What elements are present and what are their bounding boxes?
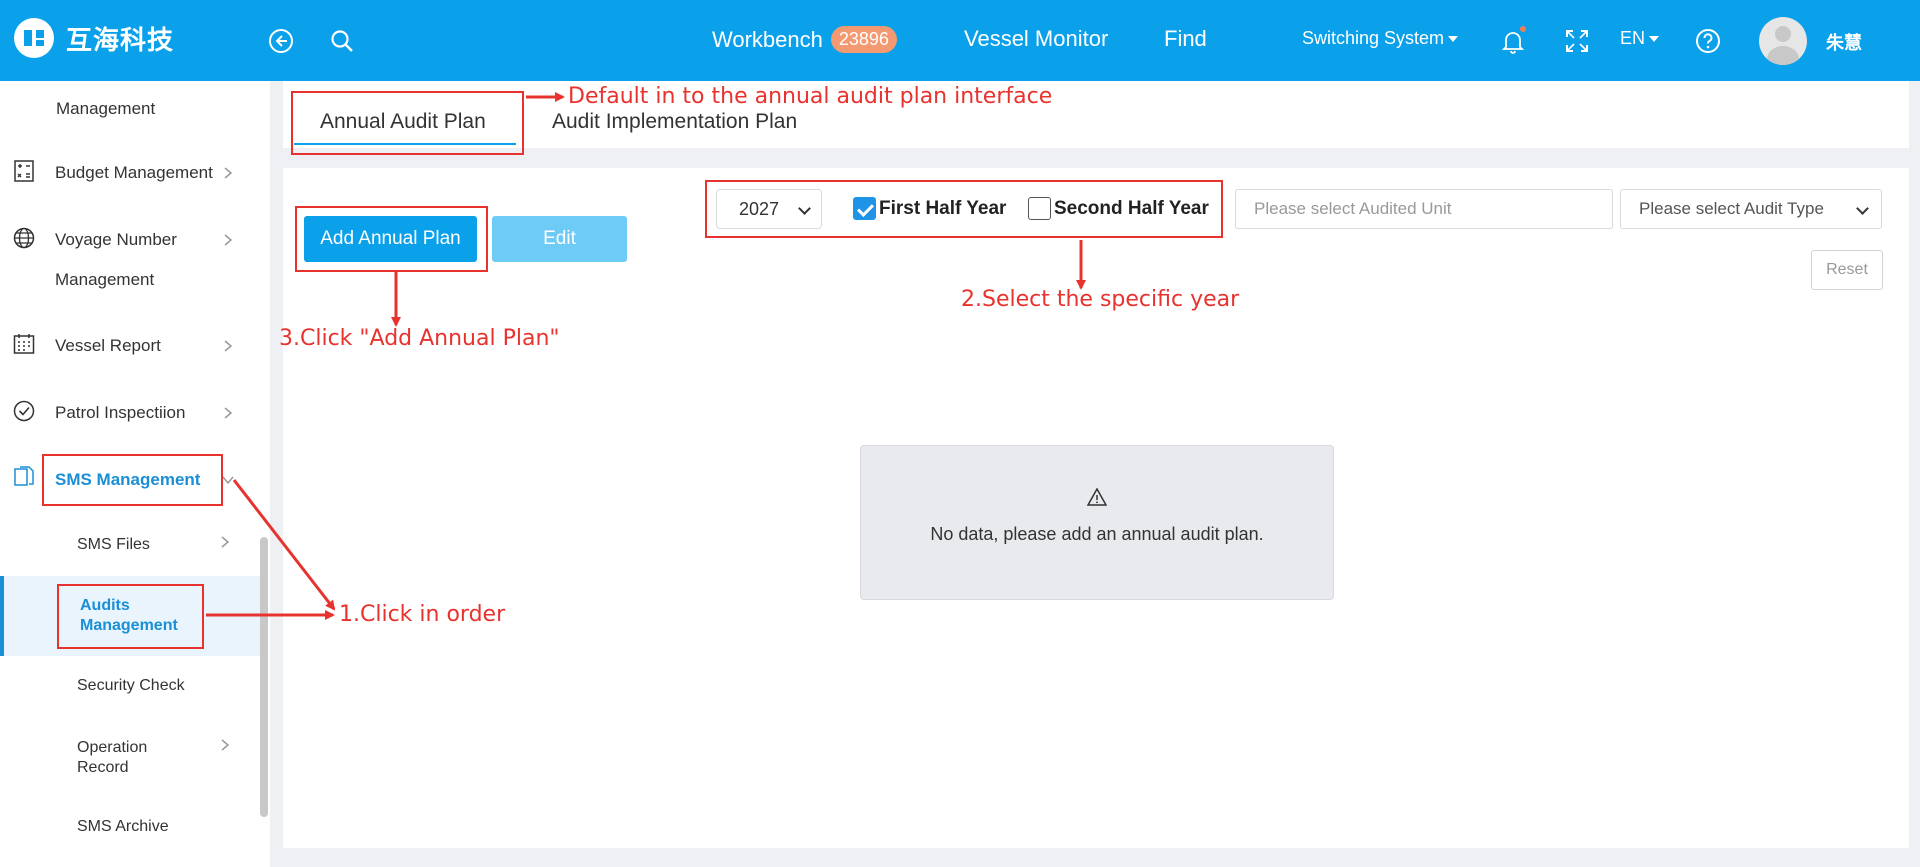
- sidebar-scrollbar[interactable]: [260, 537, 268, 817]
- empty-state: No data, please add an annual audit plan…: [860, 445, 1334, 600]
- sidebar-subitem-label-line2: Management: [80, 617, 178, 634]
- caret-down-icon: [1649, 35, 1660, 42]
- search-icon[interactable]: [327, 26, 357, 56]
- calendar-icon: [13, 334, 35, 354]
- tabs-bar: [283, 81, 1909, 148]
- logo-icon: [14, 18, 54, 58]
- sidebar-subitem-label: Audits: [80, 597, 130, 614]
- sidebar-item-label: Voyage Number: [55, 230, 177, 249]
- edit-button: Edit: [492, 216, 627, 262]
- avatar[interactable]: [1759, 17, 1807, 65]
- chevron-right-icon: [221, 536, 230, 548]
- sidebar-subitem-audits-management[interactable]: Audits Management: [0, 576, 260, 656]
- find-label: Find: [1164, 26, 1207, 51]
- chevron-right-icon: [224, 340, 233, 352]
- add-annual-plan-button[interactable]: Add Annual Plan: [304, 216, 477, 262]
- bell-icon[interactable]: [1498, 26, 1528, 56]
- annotation-step2: 2.Select the specific year: [961, 287, 1240, 312]
- switching-system-dropdown[interactable]: Switching System: [1302, 28, 1459, 49]
- top-header: 互海科技 Workbench 23896 Vessel Monitor Find…: [0, 0, 1920, 81]
- sidebar-subitem-security-check[interactable]: Security Check: [77, 677, 185, 695]
- sidebar-item-label: Vessel Report: [55, 336, 161, 355]
- tab-annual-audit-plan[interactable]: Annual Audit Plan: [320, 110, 486, 134]
- fullscreen-icon[interactable]: [1562, 26, 1592, 56]
- sidebar-subitem-operation-record[interactable]: Operation Record: [77, 738, 147, 778]
- chevron-down-icon: [798, 202, 811, 215]
- sidebar-item-label-line2: Management: [55, 270, 155, 289]
- second-half-year-label[interactable]: Second Half Year: [1054, 198, 1209, 220]
- vessel-monitor-label: Vessel Monitor: [964, 26, 1109, 51]
- chevron-right-icon: [224, 407, 233, 419]
- audited-unit-select[interactable]: Please select Audited Unit: [1235, 189, 1613, 229]
- active-tab-indicator: [294, 143, 516, 145]
- user-name[interactable]: 朱慧: [1826, 29, 1862, 55]
- sidebar: Management Budget Management Voyage Numb…: [0, 81, 270, 867]
- second-half-year-checkbox[interactable]: [1028, 197, 1051, 220]
- sidebar-item-voyage-number[interactable]: Voyage Number Management: [0, 227, 265, 300]
- annotation-step3: 3.Click "Add Annual Plan": [279, 326, 560, 351]
- chevron-right-icon: [221, 739, 230, 751]
- sidebar-item-label: Budget Management: [55, 163, 213, 182]
- tab-label: Annual Audit Plan: [320, 110, 486, 133]
- workbench-count-badge: 23896: [830, 26, 897, 53]
- sidebar-item-label: SMS Management: [55, 470, 201, 489]
- language-label: EN: [1620, 28, 1646, 48]
- year-select[interactable]: 2027: [716, 189, 822, 229]
- reset-button[interactable]: Reset: [1811, 250, 1883, 290]
- annotation-step1: 1.Click in order: [339, 602, 506, 627]
- sidebar-item-label: Management: [56, 99, 156, 118]
- back-icon[interactable]: [266, 26, 296, 56]
- sidebar-subitem-sms-archive[interactable]: SMS Archive: [77, 818, 169, 836]
- tab-audit-implementation-plan[interactable]: Audit Implementation Plan: [552, 110, 797, 134]
- documents-icon: [14, 466, 34, 486]
- workbench-label: Workbench: [712, 26, 823, 52]
- annotation-default-note: Default in to the annual audit plan inte…: [568, 84, 1053, 109]
- chevron-right-icon: [224, 167, 233, 179]
- sidebar-subitem-sms-files[interactable]: SMS Files: [77, 536, 150, 554]
- notification-dot: [1520, 26, 1526, 32]
- sidebar-subitem-label: Operation: [77, 739, 148, 756]
- check-circle-icon: [13, 400, 35, 422]
- language-dropdown[interactable]: EN: [1620, 28, 1660, 49]
- caret-down-icon: [1448, 35, 1459, 42]
- chevron-down-icon: [222, 476, 234, 485]
- sidebar-item-label: Patrol Inspectiion: [55, 403, 186, 422]
- logo[interactable]: 互海科技: [14, 18, 174, 58]
- nav-find[interactable]: Find: [1164, 26, 1207, 52]
- sidebar-subitem-label: Security Check: [77, 677, 185, 694]
- chevron-down-icon: [1856, 202, 1869, 215]
- logo-text: 互海科技: [66, 25, 175, 56]
- audit-type-placeholder: Please select Audit Type: [1639, 199, 1824, 218]
- switching-system-label: Switching System: [1302, 28, 1445, 48]
- warning-icon: [1087, 488, 1107, 506]
- nav-workbench[interactable]: Workbench 23896: [712, 26, 897, 53]
- tab-label: Audit Implementation Plan: [552, 110, 798, 133]
- nav-vessel-monitor[interactable]: Vessel Monitor: [964, 26, 1108, 52]
- sidebar-subitem-label: SMS Archive: [77, 818, 169, 835]
- first-half-year-checkbox[interactable]: [853, 197, 876, 220]
- first-half-year-label[interactable]: First Half Year: [879, 198, 1006, 220]
- calculator-icon: [14, 160, 34, 182]
- sidebar-subitem-label: SMS Files: [77, 536, 150, 553]
- audited-unit-placeholder: Please select Audited Unit: [1254, 199, 1452, 218]
- help-icon[interactable]: [1693, 26, 1723, 56]
- audit-type-select[interactable]: Please select Audit Type: [1620, 189, 1882, 229]
- sidebar-subitem-label-line2: Record: [77, 759, 129, 776]
- globe-icon: [13, 227, 35, 249]
- empty-state-message: No data, please add an annual audit plan…: [930, 524, 1264, 544]
- chevron-right-icon: [224, 234, 233, 246]
- year-value: 2027: [739, 198, 780, 219]
